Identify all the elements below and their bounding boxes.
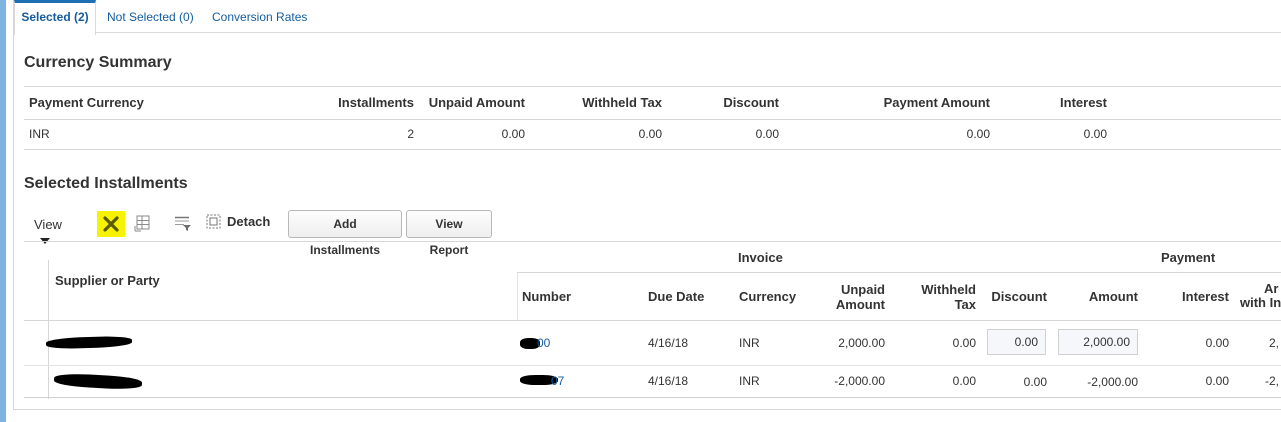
cell-withheld-tax: 0.00	[952, 374, 976, 388]
column-header-interest: Interest	[1060, 95, 1107, 110]
panel-border-bottom	[13, 409, 1281, 410]
column-group-payment: Payment	[1161, 250, 1216, 265]
view-menu-label: View	[34, 217, 62, 232]
cell-payment-amount: 0.00	[966, 127, 990, 141]
detach-button[interactable]: Detach	[206, 214, 270, 229]
column-header-amount-with-interest[interactable]: Ar with In	[1240, 282, 1281, 310]
panel-border-left	[13, 0, 14, 410]
table-header-row: Payment Currency Installments Unpaid Amo…	[24, 86, 1281, 120]
cell-payment-currency: INR	[29, 127, 50, 141]
discount-input[interactable]: 0.00	[987, 329, 1046, 355]
invoice-number-link[interactable]: 07	[551, 374, 564, 388]
table-bottom-border	[24, 397, 1281, 398]
cell-amount: -2,000.00	[1087, 375, 1138, 389]
column-header-supplier[interactable]: Supplier or Party	[55, 273, 160, 288]
column-header-withheld-tax[interactable]: Withheld Tax	[896, 282, 976, 312]
redacted-supplier-name	[45, 335, 133, 350]
left-accent-bar	[0, 0, 6, 422]
column-header-unpaid-amount: Unpaid Amount	[428, 95, 525, 110]
header-line: Amount	[835, 297, 885, 312]
header-line: Withheld	[921, 282, 976, 297]
query-by-example-icon[interactable]	[175, 216, 192, 234]
cell-unpaid-amount: 2,000.00	[838, 336, 885, 350]
freeze-columns-icon[interactable]	[134, 215, 150, 235]
column-header-amount[interactable]: Amount	[1058, 289, 1138, 304]
column-header-unpaid-amount[interactable]: Unpaid Amount	[805, 282, 885, 312]
cell-installments: 2	[407, 127, 414, 141]
installments-table: Invoice Payment Supplier or Party Number…	[24, 241, 1281, 399]
header-line: Unpaid	[840, 282, 885, 297]
redacted-supplier-name	[53, 372, 143, 391]
tab-not-selected[interactable]: Not Selected (0)	[107, 0, 194, 32]
column-header-discount: Discount	[723, 95, 779, 110]
cell-amount-with-interest: -2,	[1265, 374, 1280, 388]
cell-due-date: 4/16/18	[648, 336, 689, 350]
column-header-interest[interactable]: Interest	[1149, 289, 1229, 304]
cell-currency: INR	[739, 336, 760, 350]
cell-unpaid-amount: 0.00	[501, 127, 525, 141]
cell-interest: 0.00	[1205, 374, 1229, 388]
column-header-currency[interactable]: Currency	[739, 289, 796, 304]
currency-summary-title: Currency Summary	[24, 54, 172, 71]
header-bottom-border	[24, 320, 1281, 321]
close-icon[interactable]	[97, 211, 125, 237]
cell-withheld-tax: 0.00	[952, 336, 976, 350]
add-installments-button[interactable]: Add Installments	[288, 210, 402, 257]
row-selector-divider	[48, 260, 49, 399]
view-report-button[interactable]: View Report	[406, 210, 492, 257]
detach-icon	[206, 214, 221, 229]
column-group-divider	[517, 273, 518, 321]
column-header-payment-amount: Payment Amount	[883, 95, 990, 110]
payment-amount-input[interactable]: 2,000.00	[1058, 329, 1138, 355]
column-header-payment-currency: Payment Currency	[29, 95, 144, 110]
detach-label: Detach	[227, 214, 271, 229]
cell-due-date: 4/16/18	[648, 374, 689, 388]
payment-installments-panel: Selected (2) Not Selected (0) Conversion…	[0, 0, 1281, 422]
column-header-number[interactable]: Number	[522, 289, 571, 304]
cell-interest: 0.00	[1205, 336, 1229, 350]
header-line: with In	[1240, 295, 1281, 310]
column-group-invoice: Invoice	[738, 250, 783, 265]
cell-discount: 0.00	[755, 127, 779, 141]
table-row: INR 2 0.00 0.00 0.00 0.00 0.00	[24, 119, 1281, 150]
column-header-withheld-tax: Withheld Tax	[582, 95, 662, 110]
selected-installments-title: Selected Installments	[24, 175, 188, 192]
tab-conversion-rates[interactable]: Conversion Rates	[212, 0, 307, 32]
cell-discount: 0.00	[1023, 375, 1047, 389]
cell-interest: 0.00	[1083, 127, 1107, 141]
group-header-divider	[517, 272, 1281, 273]
cell-withheld-tax: 0.00	[638, 127, 662, 141]
tab-bar: Selected (2) Not Selected (0) Conversion…	[14, 0, 1281, 35]
cell-unpaid-amount: -2,000.00	[834, 374, 885, 388]
header-line: Ar	[1264, 281, 1279, 296]
header-line: Tax	[954, 297, 976, 312]
column-header-discount[interactable]: Discount	[967, 289, 1047, 304]
invoice-number-link[interactable]: 00	[537, 336, 550, 350]
column-header-installments: Installments	[338, 95, 414, 110]
tab-selected[interactable]: Selected (2)	[14, 0, 96, 35]
row-divider	[24, 365, 1281, 366]
cell-currency: INR	[739, 374, 760, 388]
cell-amount-with-interest: 2,	[1269, 336, 1280, 350]
column-header-due-date[interactable]: Due Date	[648, 289, 704, 304]
